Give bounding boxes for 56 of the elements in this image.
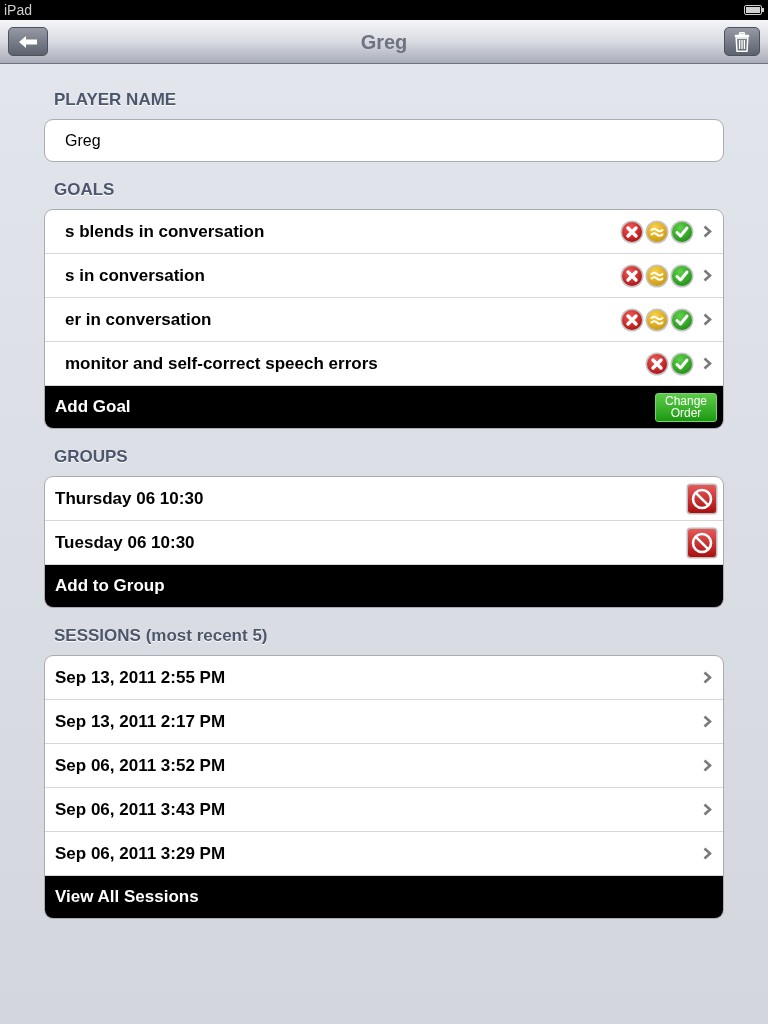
group-title: Thursday 06 10:30 [55,487,205,510]
chevron-icon [703,671,712,684]
session-date: Sep 13, 2011 2:17 PM [55,710,227,733]
section-header: GOALS [54,179,115,202]
cross-icon[interactable] [620,307,644,332]
cross-icon[interactable] [620,219,644,244]
battery-icon [744,5,764,15]
check-icon[interactable] [670,263,694,288]
section-header: SESSIONS (most recent 5) [54,625,268,648]
session-date: Sep 06, 2011 3:52 PM [55,754,227,777]
view-all-sessions-label: View All Sessions [55,886,199,909]
add-goal-bar[interactable]: Add Goal Change Order [45,386,723,428]
trash-icon [734,31,750,52]
goal-row[interactable]: s blends in conversation [45,210,723,254]
chevron-icon [703,313,712,326]
chevron-icon [703,715,712,728]
chevron-icon [703,357,712,370]
chevron-icon [703,759,712,772]
goal-row[interactable]: er in conversation [45,298,723,342]
session-date: Sep 06, 2011 3:29 PM [55,842,227,865]
goal-title: s blends in conversation [65,220,266,243]
session-date: Sep 13, 2011 2:55 PM [55,666,227,689]
nav-title: Greg [360,29,408,55]
section-header: PLAYER NAME [54,89,177,112]
device-name: iPad [4,2,33,18]
add-goal-label: Add Goal [55,396,132,419]
check-icon[interactable] [670,307,694,332]
chevron-icon [703,269,712,282]
session-row[interactable]: Sep 13, 2011 2:55 PM [45,656,723,700]
left-arrow-icon [19,35,37,48]
chevron-icon [703,803,712,816]
group-row[interactable]: Thursday 06 10:30 [45,477,723,521]
view-all-sessions-bar[interactable]: View All Sessions [45,876,723,918]
session-row[interactable]: Sep 06, 2011 3:43 PM [45,788,723,832]
add-to-group-label: Add to Group [55,575,165,598]
check-icon[interactable] [670,351,694,376]
add-to-group-bar[interactable]: Add to Group [45,565,723,607]
check-icon[interactable] [670,219,694,244]
goal-title: er in conversation [65,308,213,331]
session-row[interactable]: Sep 13, 2011 2:17 PM [45,700,723,744]
chevron-icon [703,225,712,238]
delete-icon[interactable] [686,482,718,515]
section-header: GROUPS [54,446,128,469]
cross-icon[interactable] [620,263,644,288]
group-title: Tuesday 06 10:30 [55,531,196,554]
session-row[interactable]: Sep 06, 2011 3:52 PM [45,744,723,788]
trash-button[interactable] [724,27,760,56]
back-button[interactable] [8,27,48,56]
goal-title: s in conversation [65,264,206,287]
delete-icon[interactable] [686,526,718,559]
goal-row[interactable]: s in conversation [45,254,723,298]
cross-icon[interactable] [645,351,669,376]
chevron-icon [703,847,712,860]
session-date: Sep 06, 2011 3:43 PM [55,798,227,821]
player-name-field[interactable]: Greg [44,119,724,162]
goal-title: monitor and self-correct speech errors [65,352,379,375]
